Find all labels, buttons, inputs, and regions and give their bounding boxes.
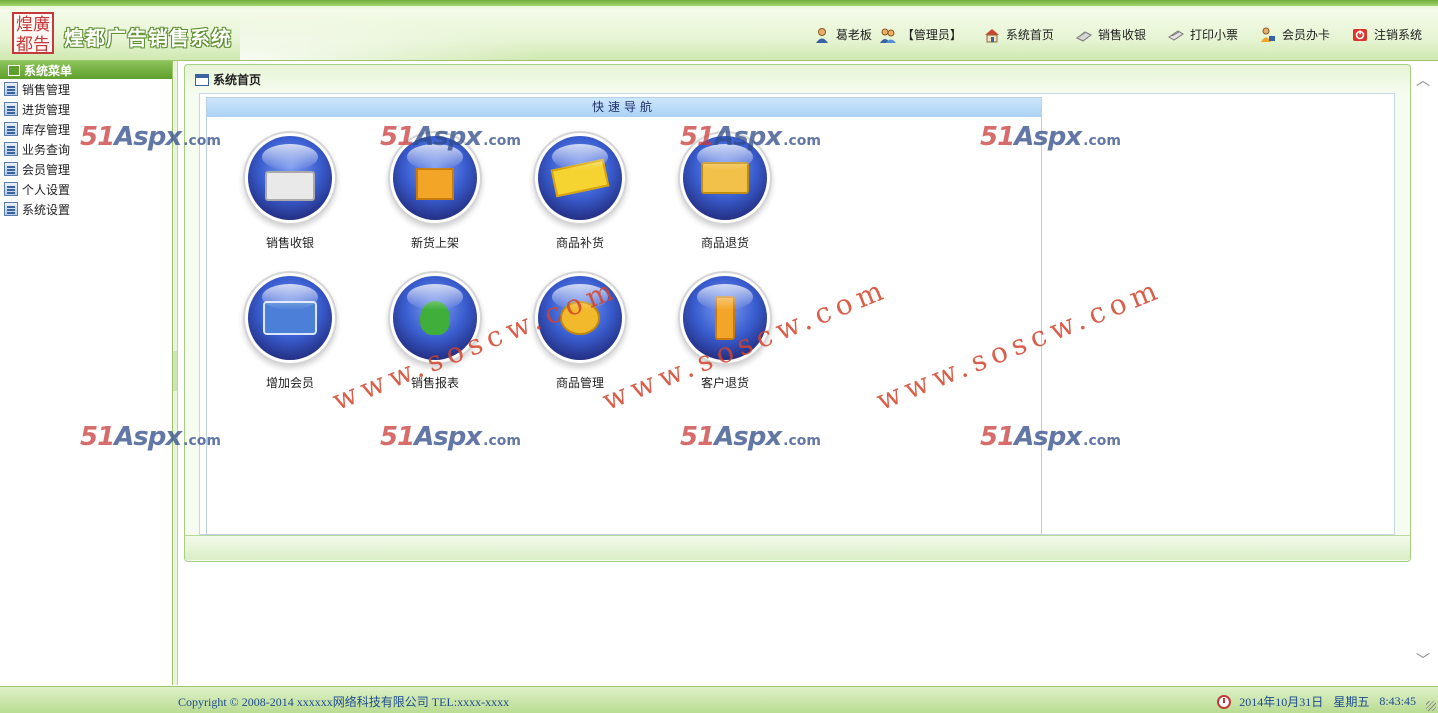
- cash-register-icon: [248, 136, 332, 220]
- document-icon: [4, 202, 18, 216]
- tile-label: 新货上架: [410, 236, 459, 250]
- sidebar-item-system-settings[interactable]: 系统设置: [0, 199, 172, 219]
- sidebar-title: 系统菜单: [24, 63, 73, 78]
- footer-date: 2014年10月31日: [1239, 695, 1324, 709]
- nav-home-label: 系统首页: [1005, 28, 1054, 42]
- tile-label: 销售报表: [410, 376, 459, 390]
- sidebar-item-label: 库存管理: [22, 122, 71, 137]
- nav-member-card-label: 会员办卡: [1281, 28, 1330, 42]
- add-member-icon: [248, 276, 332, 360]
- header-top-stripe: [0, 0, 1438, 6]
- user-icon: [815, 27, 828, 43]
- sidebar-item-label: 业务查询: [22, 142, 71, 157]
- nav-cash-register[interactable]: 销售收银: [1075, 26, 1146, 43]
- tile-label: 增加会员: [265, 376, 314, 390]
- tile-restock[interactable]: 商品补货: [520, 136, 640, 251]
- new-goods-icon: [393, 136, 477, 220]
- tile-new-goods[interactable]: 新货上架: [375, 136, 495, 251]
- nav-logout-label: 注销系统: [1373, 28, 1422, 42]
- sidebar-item-inventory[interactable]: 库存管理: [0, 119, 172, 139]
- sidebar-header: 系统菜单: [0, 61, 172, 79]
- document-icon: [4, 142, 18, 156]
- top-header: 煌廣 都告 煌都广告销售系统 葛老板 【管理员】 系统首页 销售收银 打印小票 …: [0, 0, 1438, 61]
- table-icon: [195, 73, 209, 86]
- sidebar-item-label: 系统设置: [22, 202, 71, 217]
- sales-report-icon: [393, 276, 477, 360]
- top-navigation: 葛老板 【管理员】 系统首页 销售收银 打印小票 会员办卡 注销系统: [814, 26, 1422, 43]
- user-role-label: 【管理员】: [901, 28, 962, 42]
- splitter-grip[interactable]: [173, 351, 177, 391]
- logo-seal-line1: 煌廣: [16, 15, 50, 35]
- goods-return-icon: [683, 136, 767, 220]
- scroll-down-icon[interactable]: ﹀: [1416, 654, 1430, 668]
- document-icon: [4, 182, 18, 196]
- panel-bottom-strip: [185, 535, 1410, 560]
- admin-icon: [879, 28, 896, 43]
- sidebar-item-label: 进货管理: [22, 102, 71, 117]
- document-icon: [4, 102, 18, 116]
- logo-seal: 煌廣 都告: [12, 12, 54, 55]
- sidebar-splitter[interactable]: [173, 61, 178, 685]
- user-name: 葛老板: [835, 28, 872, 42]
- main-panel: 系统首页 快速导航 销售收银 新货上架 商品补货 商品退货 增加会员 销售报表: [184, 64, 1411, 562]
- tile-label: 商品管理: [555, 376, 604, 390]
- nav-print-receipt-label: 打印小票: [1189, 28, 1238, 42]
- tile-sales-report[interactable]: 销售报表: [375, 276, 495, 391]
- footer-time: 8:43:45: [1379, 694, 1416, 708]
- panel-title: 系统首页: [195, 71, 261, 88]
- nav-print-receipt[interactable]: 打印小票: [1168, 26, 1238, 43]
- app-title: 煌都广告销售系统: [64, 26, 232, 50]
- sidebar-item-members[interactable]: 会员管理: [0, 159, 172, 179]
- goods-manage-icon: [538, 276, 622, 360]
- header-swoosh-decoration: [240, 6, 600, 60]
- nav-logout[interactable]: 注销系统: [1352, 26, 1422, 43]
- menu-header-icon: [8, 64, 20, 76]
- tile-label: 销售收银: [265, 236, 314, 250]
- sidebar-item-personal-settings[interactable]: 个人设置: [0, 179, 172, 199]
- tile-customer-return[interactable]: 客户退货: [665, 276, 785, 391]
- house-icon: [984, 28, 999, 42]
- sidebar-item-label: 个人设置: [22, 182, 71, 197]
- clock-icon: [1217, 694, 1232, 709]
- cash-register-icon: [1075, 30, 1092, 42]
- sidebar-item-label: 销售管理: [22, 82, 71, 97]
- footer: Copyright © 2008-2014 xxxxxx网络科技有限公司 TEL…: [0, 686, 1438, 713]
- quick-navigation: 快速导航 销售收银 新货上架 商品补货 商品退货 增加会员 销售报表 商品管理: [206, 97, 1042, 535]
- footer-datetime: 2014年10月31日 星期五 8:43:45: [1217, 693, 1416, 710]
- nav-cash-register-label: 销售收银: [1097, 28, 1146, 42]
- nav-home[interactable]: 系统首页: [984, 26, 1054, 43]
- restock-icon: [538, 136, 622, 220]
- user-role: 【管理员】: [879, 26, 962, 43]
- sidebar-item-business-query[interactable]: 业务查询: [0, 139, 172, 159]
- member-card-icon: [1260, 27, 1275, 42]
- tile-goods-manage[interactable]: 商品管理: [520, 276, 640, 391]
- current-user: 葛老板: [814, 26, 872, 43]
- tile-label: 商品补货: [555, 236, 604, 250]
- document-icon: [4, 122, 18, 136]
- printer-icon: [1168, 29, 1184, 41]
- sidebar: 系统菜单 销售管理 进货管理 库存管理 业务查询 会员管理 个人设置 系统设置: [0, 61, 173, 685]
- logo-seal-line2: 都告: [16, 35, 50, 55]
- document-icon: [4, 162, 18, 176]
- tile-label: 客户退货: [700, 376, 749, 390]
- panel-title-text: 系统首页: [213, 73, 262, 87]
- sidebar-item-sales[interactable]: 销售管理: [0, 79, 172, 99]
- sidebar-item-label: 会员管理: [22, 162, 71, 177]
- document-icon: [4, 82, 18, 96]
- scroll-up-icon[interactable]: ︿: [1416, 74, 1430, 88]
- footer-weekday: 星期五: [1333, 695, 1370, 709]
- resize-grip-icon[interactable]: [1426, 701, 1436, 711]
- sidebar-item-purchase[interactable]: 进货管理: [0, 99, 172, 119]
- tile-label: 商品退货: [700, 236, 749, 250]
- logout-icon: [1352, 28, 1367, 41]
- customer-return-icon: [683, 276, 767, 360]
- quick-navigation-header: 快速导航: [207, 98, 1041, 117]
- nav-member-card[interactable]: 会员办卡: [1260, 26, 1330, 43]
- tile-cash-register[interactable]: 销售收银: [230, 136, 350, 251]
- copyright-text: Copyright © 2008-2014 xxxxxx网络科技有限公司 TEL…: [178, 695, 510, 709]
- tile-goods-return[interactable]: 商品退货: [665, 136, 785, 251]
- vertical-scrollbar[interactable]: ︿ ﹀: [1414, 64, 1432, 684]
- tile-add-member[interactable]: 增加会员: [230, 276, 350, 391]
